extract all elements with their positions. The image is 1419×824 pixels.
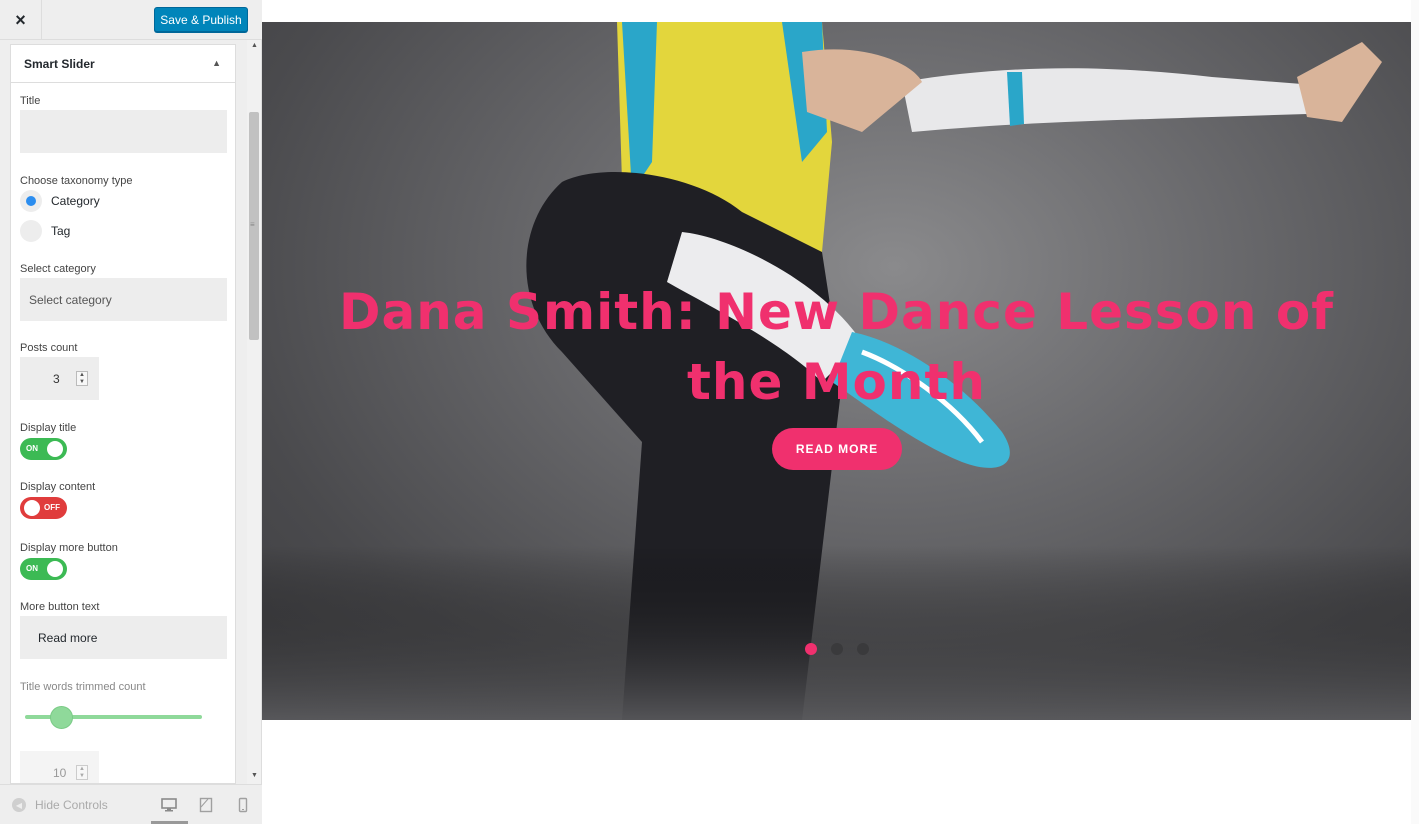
display-title-control: Display title ON bbox=[20, 422, 227, 460]
taxonomy-label: Choose taxonomy type bbox=[20, 175, 133, 187]
posts-count-control: Posts count 3 ▲ ▼ bbox=[20, 342, 227, 400]
toggle-state: ON bbox=[26, 564, 38, 573]
posts-count-input[interactable]: 3 ▲ ▼ bbox=[20, 357, 99, 400]
display-more-control: Display more button ON bbox=[20, 542, 227, 580]
trim-count-value: 10 bbox=[53, 766, 67, 780]
customizer-sidebar: × Save & Publish Smart Slider ▲ Title Ch… bbox=[0, 0, 262, 824]
save-publish-button[interactable]: Save & Publish bbox=[154, 7, 248, 32]
caret-up-icon[interactable]: ▲ bbox=[212, 58, 221, 68]
radio-button-checked[interactable] bbox=[20, 190, 42, 212]
trim-count-input[interactable]: 10 ▲ ▼ bbox=[20, 751, 99, 783]
title-label: Title bbox=[20, 95, 41, 107]
trim-label: Title words trimmed count bbox=[20, 681, 146, 693]
radio-category-label: Category bbox=[51, 194, 100, 208]
radio-tag-label: Tag bbox=[51, 224, 71, 238]
hero-slider: Dana Smith: New Dance Lesson of the Mont… bbox=[262, 22, 1411, 720]
display-title-label: Display title bbox=[20, 422, 77, 434]
posts-count-value: 3 bbox=[53, 372, 60, 386]
more-text-label: More button text bbox=[20, 601, 100, 613]
tablet-icon[interactable] bbox=[198, 797, 214, 813]
display-content-toggle[interactable]: OFF bbox=[20, 497, 67, 519]
posts-count-label: Posts count bbox=[20, 342, 78, 354]
trim-slider-handle[interactable] bbox=[50, 706, 73, 729]
number-spinner-icon[interactable]: ▲ ▼ bbox=[76, 371, 88, 386]
display-more-label: Display more button bbox=[20, 542, 118, 554]
radio-button[interactable] bbox=[20, 220, 42, 242]
section-header[interactable]: Smart Slider ▲ bbox=[11, 45, 235, 83]
smart-slider-panel: Smart Slider ▲ Title Choose taxonomy typ… bbox=[10, 44, 236, 784]
toggle-knob bbox=[47, 441, 63, 457]
preview-scrollbar[interactable] bbox=[1411, 0, 1419, 824]
hero-title[interactable]: Dana Smith: New Dance Lesson of the Mont… bbox=[302, 277, 1371, 417]
close-icon[interactable]: × bbox=[0, 0, 42, 40]
title-input[interactable] bbox=[20, 110, 227, 153]
category-control: Select category Select category bbox=[20, 263, 227, 321]
section-title: Smart Slider bbox=[24, 56, 95, 71]
desktop-icon[interactable] bbox=[161, 797, 177, 813]
hide-controls-button[interactable]: ◀ Hide Controls bbox=[12, 798, 108, 812]
slider-dot-1[interactable] bbox=[805, 643, 817, 655]
read-more-button[interactable]: READ MORE bbox=[772, 428, 902, 470]
slider-dot-3[interactable] bbox=[857, 643, 869, 655]
radio-category[interactable]: Category bbox=[20, 190, 227, 212]
mobile-icon[interactable] bbox=[235, 797, 251, 813]
sidebar-scrollbar[interactable]: ▲ ≡ ▼ bbox=[247, 40, 261, 784]
category-label: Select category bbox=[20, 263, 96, 275]
display-title-toggle[interactable]: ON bbox=[20, 438, 67, 460]
title-control: Title bbox=[20, 95, 227, 153]
toggle-knob bbox=[47, 561, 63, 577]
radio-tag[interactable]: Tag bbox=[20, 220, 227, 242]
taxonomy-control: Choose taxonomy type Category Tag bbox=[20, 175, 227, 242]
display-more-toggle[interactable]: ON bbox=[20, 558, 67, 580]
slider-dot-2[interactable] bbox=[831, 643, 843, 655]
trim-control: Title words trimmed count 10 ▲ ▼ bbox=[20, 681, 227, 783]
number-spinner-icon[interactable]: ▲ ▼ bbox=[76, 765, 88, 780]
toggle-state: OFF bbox=[44, 503, 60, 512]
customizer-header: × Save & Publish bbox=[0, 0, 262, 40]
display-content-label: Display content bbox=[20, 481, 96, 493]
more-text-input[interactable]: Read more bbox=[20, 616, 227, 659]
scroll-grip-icon: ≡ bbox=[250, 220, 255, 229]
toggle-state: ON bbox=[26, 444, 38, 453]
toggle-knob bbox=[24, 500, 40, 516]
site-preview: Dana Smith: New Dance Lesson of the Mont… bbox=[262, 0, 1419, 824]
customizer-footer: ◀ Hide Controls bbox=[0, 784, 262, 824]
display-content-control: Display content OFF bbox=[20, 481, 227, 519]
collapse-arrow-icon: ◀ bbox=[12, 798, 26, 812]
category-select[interactable]: Select category bbox=[20, 278, 227, 321]
more-text-control: More button text Read more bbox=[20, 601, 227, 659]
scroll-down-icon[interactable]: ▼ bbox=[251, 772, 258, 779]
scroll-up-icon[interactable]: ▲ bbox=[251, 42, 258, 49]
hide-controls-label: Hide Controls bbox=[35, 798, 108, 812]
